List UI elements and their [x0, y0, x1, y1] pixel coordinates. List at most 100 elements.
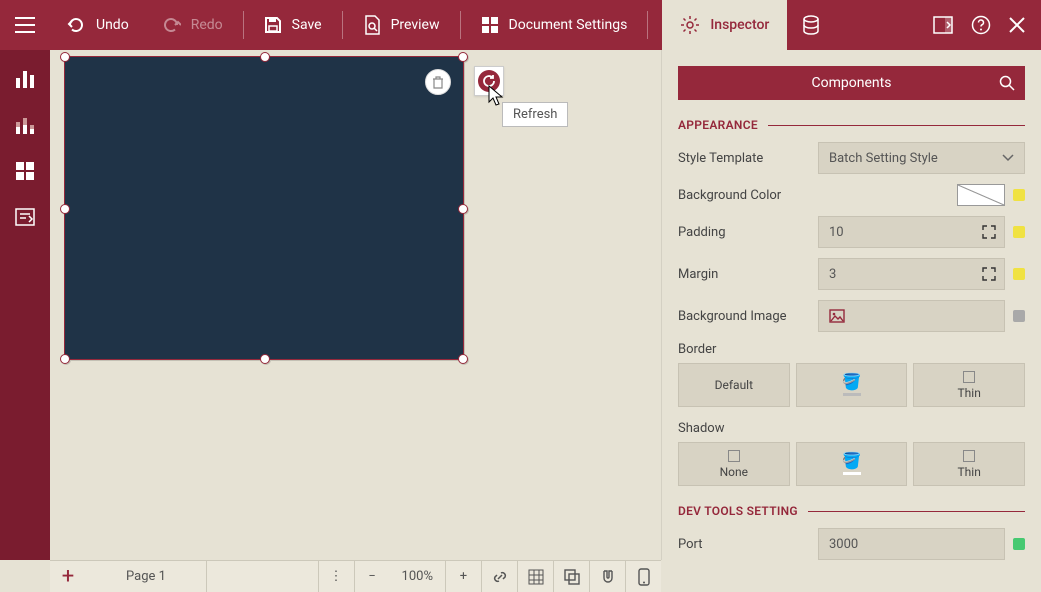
grid-icon[interactable] — [16, 162, 34, 180]
delete-component-button[interactable] — [425, 69, 451, 95]
border-color-button[interactable]: 🪣 — [796, 363, 908, 407]
magnet-icon[interactable] — [589, 561, 625, 592]
padding-input[interactable]: 10 — [818, 216, 1005, 248]
doc-settings-button[interactable]: Document Settings — [465, 0, 644, 50]
page-tab[interactable]: Page 1 — [86, 561, 207, 592]
image-icon — [829, 309, 845, 323]
preview-label: Preview — [391, 17, 440, 33]
hamburger-icon — [15, 17, 35, 33]
paint-bucket-icon: 🪣 — [842, 374, 862, 390]
resize-handle[interactable] — [260, 354, 270, 364]
undo-button[interactable]: Undo — [50, 0, 145, 50]
save-label: Save — [292, 17, 322, 33]
shadow-thin-button[interactable]: Thin — [913, 442, 1025, 486]
database-button[interactable] — [787, 0, 835, 50]
style-template-select[interactable]: Batch Setting Style — [818, 142, 1025, 174]
padding-label: Padding — [678, 225, 818, 240]
bar-chart-icon[interactable] — [15, 70, 35, 88]
mobile-icon[interactable] — [625, 561, 661, 592]
bg-color-label: Background Color — [678, 188, 818, 203]
undo-icon — [66, 17, 86, 33]
square-icon — [728, 450, 740, 462]
port-label: Port — [678, 537, 818, 552]
zoom-out-button[interactable]: − — [354, 561, 390, 592]
bg-image-label: Background Image — [678, 309, 818, 324]
border-thin-button[interactable]: Thin — [913, 363, 1025, 407]
refresh-tooltip: Refresh — [502, 102, 568, 127]
resize-handle[interactable] — [458, 354, 468, 364]
overlap-icon[interactable] — [553, 561, 589, 592]
inspector-tab[interactable]: Inspector — [662, 0, 787, 50]
devtools-section-header: DEV TOOLS SETTING — [678, 504, 1025, 518]
indicator-icon[interactable] — [1013, 268, 1025, 280]
margin-input[interactable]: 3 — [818, 258, 1005, 290]
expand-icon[interactable] — [982, 267, 996, 281]
database-icon — [801, 15, 821, 35]
resize-handle[interactable] — [458, 204, 468, 214]
gear-icon — [680, 15, 700, 35]
resize-handle[interactable] — [60, 52, 70, 62]
style-template-label: Style Template — [678, 151, 818, 166]
preview-icon — [363, 15, 381, 35]
margin-label: Margin — [678, 267, 818, 282]
page-bar: + Page 1 ⋮ − 100% + — [50, 560, 661, 592]
redo-icon — [161, 17, 181, 33]
bg-color-swatch[interactable] — [957, 184, 1005, 206]
indicator-icon[interactable] — [1013, 538, 1025, 550]
indicator-icon[interactable] — [1013, 310, 1025, 322]
template-icon[interactable] — [15, 208, 35, 226]
undo-label: Undo — [96, 17, 129, 33]
left-rail — [0, 50, 50, 560]
shadow-segment: None 🪣 Thin — [678, 442, 1025, 486]
inspector-panel: Components APPEARANCE Style Template Bat… — [661, 50, 1041, 560]
resize-handle[interactable] — [458, 52, 468, 62]
zoom-value[interactable]: 100% — [390, 569, 445, 584]
link-icon[interactable] — [481, 561, 517, 592]
more-icon[interactable]: ⋮ — [318, 561, 354, 592]
trash-icon — [431, 75, 445, 89]
zoom-in-button[interactable]: + — [445, 561, 481, 592]
selected-component[interactable] — [64, 56, 464, 360]
indicator-icon[interactable] — [1013, 226, 1025, 238]
indicator-icon[interactable] — [1013, 189, 1025, 201]
doc-settings-icon — [481, 16, 499, 34]
refresh-icon — [482, 74, 496, 88]
bg-image-input[interactable] — [818, 300, 1005, 332]
hamburger-menu[interactable] — [0, 0, 50, 50]
paint-bucket-icon: 🪣 — [842, 453, 862, 469]
panel-toggle-icon[interactable] — [933, 16, 953, 34]
add-page-button[interactable]: + — [50, 564, 86, 589]
design-canvas[interactable]: Refresh — [50, 50, 661, 560]
shadow-none-button[interactable]: None — [678, 442, 790, 486]
redo-button[interactable]: Redo — [145, 0, 239, 50]
refresh-button[interactable] — [474, 66, 504, 96]
search-icon[interactable] — [999, 75, 1015, 91]
stacked-chart-icon[interactable] — [15, 116, 35, 134]
components-label: Components — [812, 75, 892, 91]
components-header[interactable]: Components — [678, 66, 1025, 100]
shadow-color-button[interactable]: 🪣 — [796, 442, 908, 486]
chevron-down-icon — [1002, 154, 1014, 162]
resize-handle[interactable] — [60, 204, 70, 214]
doc-settings-label: Document Settings — [509, 17, 628, 33]
border-label: Border — [678, 342, 818, 357]
border-default-button[interactable]: Default — [678, 363, 790, 407]
redo-label: Redo — [191, 17, 223, 33]
border-segment: Default 🪣 Thin — [678, 363, 1025, 407]
top-toolbar: Undo Redo Save Preview Document Settings… — [0, 0, 1041, 50]
inspector-label: Inspector — [710, 17, 769, 33]
help-icon[interactable] — [971, 15, 991, 35]
shadow-label: Shadow — [678, 421, 818, 436]
square-icon — [963, 450, 975, 462]
save-button[interactable]: Save — [248, 0, 338, 50]
square-icon — [963, 371, 975, 383]
appearance-section-header: APPEARANCE — [678, 118, 1025, 132]
resize-handle[interactable] — [60, 354, 70, 364]
close-icon[interactable] — [1009, 17, 1025, 33]
port-input[interactable]: 3000 — [818, 528, 1005, 560]
preview-button[interactable]: Preview — [347, 0, 456, 50]
resize-handle[interactable] — [260, 52, 270, 62]
expand-icon[interactable] — [982, 225, 996, 239]
grid-toggle-icon[interactable] — [517, 561, 553, 592]
save-icon — [264, 16, 282, 34]
